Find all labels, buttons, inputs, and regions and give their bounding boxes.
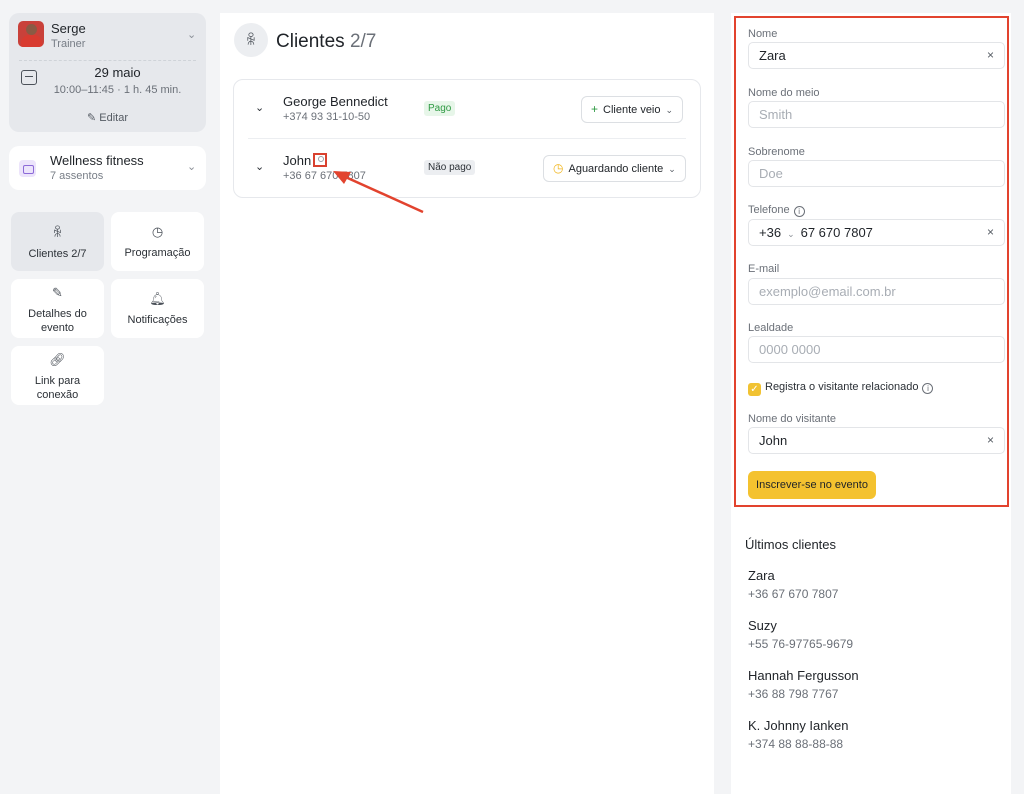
visitor-name-label: Nome do visitante	[748, 413, 837, 425]
visitor-name-field[interactable]: John ×	[748, 427, 1005, 454]
close-icon[interactable]: ×	[987, 428, 994, 453]
attendance-status-button[interactable]: + Cliente veio ⌄	[581, 96, 684, 123]
tab-connection-link[interactable]: 🔗︎ Link para conexão	[11, 346, 104, 405]
clients-panel: ꆜ Clientes 2/7 ⌄ George Bennedict +374 9…	[220, 13, 714, 794]
trainer-card: Serge Trainer ⌄ 29 maio 10:00–11:45 · 1 …	[9, 13, 206, 132]
first-name-field[interactable]: Zara ×	[748, 42, 1005, 69]
info-icon[interactable]: i	[922, 383, 934, 394]
middle-name-label: Nome do meio	[748, 87, 820, 99]
list-item[interactable]: Hannah Fergusson +36 88 798 7767	[748, 668, 988, 701]
table-row[interactable]: ⌄ John +36 67 670 7807 Não pago ◷ Aguarda…	[234, 139, 702, 197]
related-visitor-checkbox-row[interactable]: ✓ Registra o visitante relacionado i	[748, 381, 934, 396]
status-badge: Não pago	[424, 160, 476, 175]
client-phone: +36 67 670 7807	[283, 170, 366, 182]
middle-name-field[interactable]: Smith	[748, 101, 1005, 128]
info-icon[interactable]: i	[793, 206, 805, 217]
tab-schedule[interactable]: ◷ Programação	[111, 212, 204, 271]
avatar	[18, 21, 44, 47]
edit-button[interactable]: ✎ Editar	[9, 111, 206, 124]
client-name: George Bennedict	[283, 94, 388, 109]
list-item[interactable]: K. Johnny Ianken +374 88 88-88-88	[748, 718, 988, 751]
page-title: Clientes 2/7	[276, 31, 377, 52]
recent-clients-title: Últimos clientes	[745, 537, 837, 552]
event-date: 29 maio	[94, 65, 141, 80]
chevron-down-icon[interactable]: ⌄	[187, 160, 196, 173]
person-icon[interactable]	[313, 153, 328, 167]
chevron-down-icon[interactable]: ⌄	[187, 28, 196, 41]
chevron-down-icon[interactable]: ⌄	[787, 229, 795, 239]
list-item[interactable]: Zara +36 67 670 7807	[748, 568, 988, 601]
loyalty-field[interactable]: 0000 0000	[748, 336, 1005, 363]
phone-field[interactable]: +36 ⌄ 67 670 7807 ×	[748, 219, 1005, 246]
edit-doc-icon: ✎	[52, 285, 63, 300]
chevron-down-icon: ⌄	[668, 164, 676, 174]
edit-label: Editar	[99, 112, 129, 124]
tab-notifications[interactable]: 🔔︎ Notificações	[111, 279, 204, 338]
check-icon[interactable]: ✓	[748, 383, 761, 396]
sidebar: Serge Trainer ⌄ 29 maio 10:00–11:45 · 1 …	[0, 0, 215, 794]
close-icon[interactable]: ×	[987, 43, 994, 68]
last-name-field[interactable]: Doe	[748, 160, 1005, 187]
users-icon: ꆜ	[52, 225, 63, 240]
register-event-button[interactable]: Inscrever-se no evento	[748, 471, 876, 499]
last-name-label: Sobrenome	[748, 146, 805, 158]
chevron-down-icon[interactable]: ⌄	[255, 101, 264, 114]
clock-icon: ◷	[151, 224, 164, 239]
clock-outline-icon: ◷	[553, 161, 564, 175]
add-client-form: Nome Zara × Nome do meio Smith Sobrenome…	[734, 16, 1009, 507]
client-form-panel: Nome Zara × Nome do meio Smith Sobrenome…	[731, 13, 1011, 794]
trainer-role: Trainer	[51, 38, 86, 50]
email-field[interactable]: exemplo@email.com.br	[748, 278, 1005, 305]
service-selector[interactable]: Wellness fitness 7 assentos ⌄	[9, 146, 206, 190]
link-icon: 🔗︎	[49, 352, 66, 367]
list-item[interactable]: Suzy +55 76-97765-9679	[748, 618, 988, 651]
chevron-down-icon: ⌄	[665, 105, 674, 115]
table-row[interactable]: ⌄ George Bennedict +374 93 31-10-50 Pago…	[234, 80, 702, 138]
first-name-label: Nome	[748, 28, 778, 40]
trainer-name: Serge	[51, 21, 86, 36]
phone-label: Telefone i	[748, 204, 805, 217]
country-code-select[interactable]: +36	[759, 225, 781, 240]
service-seats: 7 assentos	[50, 170, 104, 182]
client-phone: +374 93 31-10-50	[283, 111, 371, 123]
loyalty-label: Lealdade	[748, 322, 794, 334]
service-name: Wellness fitness	[50, 153, 144, 168]
plus-icon: +	[591, 102, 599, 116]
status-badge: Pago	[424, 101, 456, 116]
chevron-down-icon[interactable]: ⌄	[255, 160, 264, 173]
pencil-icon: ✎	[86, 112, 97, 124]
attendance-status-button[interactable]: ◷ Aguardando cliente ⌄	[543, 155, 686, 182]
users-icon: ꆜ	[234, 23, 268, 57]
divider	[19, 60, 196, 61]
event-time: 10:00–11:45 · 1 h. 45 min.	[53, 84, 182, 96]
tab-clients[interactable]: ꆜ Clientes 2/7	[11, 212, 104, 271]
calendar-icon	[19, 160, 36, 177]
client-name: John	[283, 153, 328, 168]
client-list: ⌄ George Bennedict +374 93 31-10-50 Pago…	[233, 79, 701, 198]
email-label: E-mail	[748, 263, 780, 275]
bell-icon: 🔔︎	[149, 291, 166, 306]
tab-event-details[interactable]: ✎ Detalhes do evento	[11, 279, 104, 338]
close-icon[interactable]: ×	[987, 220, 994, 245]
